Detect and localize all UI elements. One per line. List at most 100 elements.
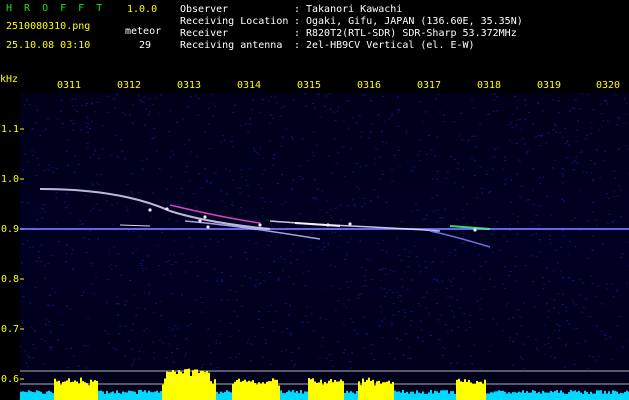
noise-speck <box>489 278 491 280</box>
level-column <box>566 394 568 400</box>
noise-speck <box>362 198 365 199</box>
noise-speck <box>375 148 378 150</box>
noise-speck <box>463 364 466 366</box>
noise-speck <box>102 125 105 127</box>
noise-speck <box>131 252 134 254</box>
noise-speck <box>66 165 69 166</box>
noise-speck <box>131 193 134 195</box>
noise-speck <box>223 139 226 141</box>
level-column <box>412 391 414 400</box>
noise-speck <box>65 207 67 209</box>
noise-speck <box>262 157 265 159</box>
noise-speck <box>82 291 85 293</box>
noise-speck <box>572 280 575 282</box>
level-column <box>256 384 258 400</box>
noise-speck <box>175 261 178 263</box>
file-name: 2510080310.png <box>6 21 91 32</box>
level-column <box>334 380 336 400</box>
noise-speck <box>132 362 135 364</box>
noise-speck <box>364 279 367 281</box>
level-column <box>270 381 272 400</box>
noise-speck <box>91 262 94 264</box>
noise-speck <box>55 192 58 194</box>
noise-speck <box>584 138 587 140</box>
noise-speck <box>523 143 526 145</box>
noise-speck <box>509 271 512 272</box>
noise-speck <box>580 93 583 95</box>
noise-speck <box>207 108 210 110</box>
noise-speck <box>86 103 89 104</box>
noise-speck <box>310 312 313 314</box>
noise-speck <box>184 202 187 204</box>
noise-speck <box>47 304 50 306</box>
noise-speck <box>363 93 366 95</box>
noise-speck <box>606 103 609 105</box>
noise-speck <box>618 118 621 120</box>
noise-speck <box>27 202 30 204</box>
noise-speck <box>26 240 29 242</box>
level-column <box>192 370 194 400</box>
noise-speck <box>444 324 447 326</box>
noise-speck <box>280 145 283 147</box>
level-column <box>196 369 198 400</box>
level-column <box>124 392 126 400</box>
noise-speck <box>466 223 469 225</box>
level-column <box>22 391 24 400</box>
noise-speck <box>125 206 128 208</box>
noise-speck <box>153 136 156 138</box>
noise-speck <box>268 140 271 142</box>
noise-speck <box>564 343 567 345</box>
noise-speck <box>543 354 546 355</box>
noise-speck <box>566 157 569 159</box>
noise-speck <box>175 220 178 222</box>
noise-speck <box>240 305 243 307</box>
level-column <box>574 390 576 400</box>
noise-speck <box>299 175 302 177</box>
level-column <box>274 379 276 400</box>
noise-speck <box>185 338 188 340</box>
noise-speck <box>384 295 387 297</box>
noise-speck <box>591 250 594 251</box>
noise-speck <box>416 210 419 211</box>
noise-speck <box>587 257 590 259</box>
noise-speck <box>51 288 54 290</box>
noise-speck <box>239 125 242 127</box>
noise-speck <box>308 244 311 246</box>
noise-speck <box>592 109 595 111</box>
noise-speck <box>347 299 350 301</box>
noise-speck <box>380 279 383 281</box>
level-column <box>340 379 342 400</box>
spectrogram <box>20 93 629 400</box>
level-column <box>116 390 118 400</box>
level-column <box>504 391 506 400</box>
level-column <box>612 390 614 400</box>
noise-speck <box>127 340 130 342</box>
noise-speck <box>590 121 593 123</box>
noise-speck <box>155 150 158 152</box>
noise-speck <box>235 187 238 189</box>
noise-speck <box>267 310 270 312</box>
noise-speck <box>60 99 63 101</box>
noise-speck <box>517 309 520 311</box>
noise-speck <box>504 183 507 185</box>
noise-speck <box>315 196 318 198</box>
noise-speck <box>425 153 428 155</box>
noise-speck <box>42 130 45 132</box>
noise-speck <box>549 356 552 358</box>
noise-speck <box>539 135 542 137</box>
level-column <box>54 378 56 400</box>
noise-speck <box>533 306 536 308</box>
noise-speck <box>48 305 51 307</box>
noise-speck <box>493 99 496 101</box>
noise-speck <box>205 181 208 182</box>
level-column <box>446 390 448 400</box>
noise-speck <box>112 223 115 225</box>
noise-speck <box>131 364 134 366</box>
level-column <box>308 378 310 400</box>
noise-speck <box>539 205 542 207</box>
noise-speck <box>365 165 367 167</box>
noise-speck <box>437 319 440 321</box>
noise-speck <box>357 294 360 296</box>
level-column <box>248 380 250 400</box>
noise-speck <box>563 366 566 368</box>
